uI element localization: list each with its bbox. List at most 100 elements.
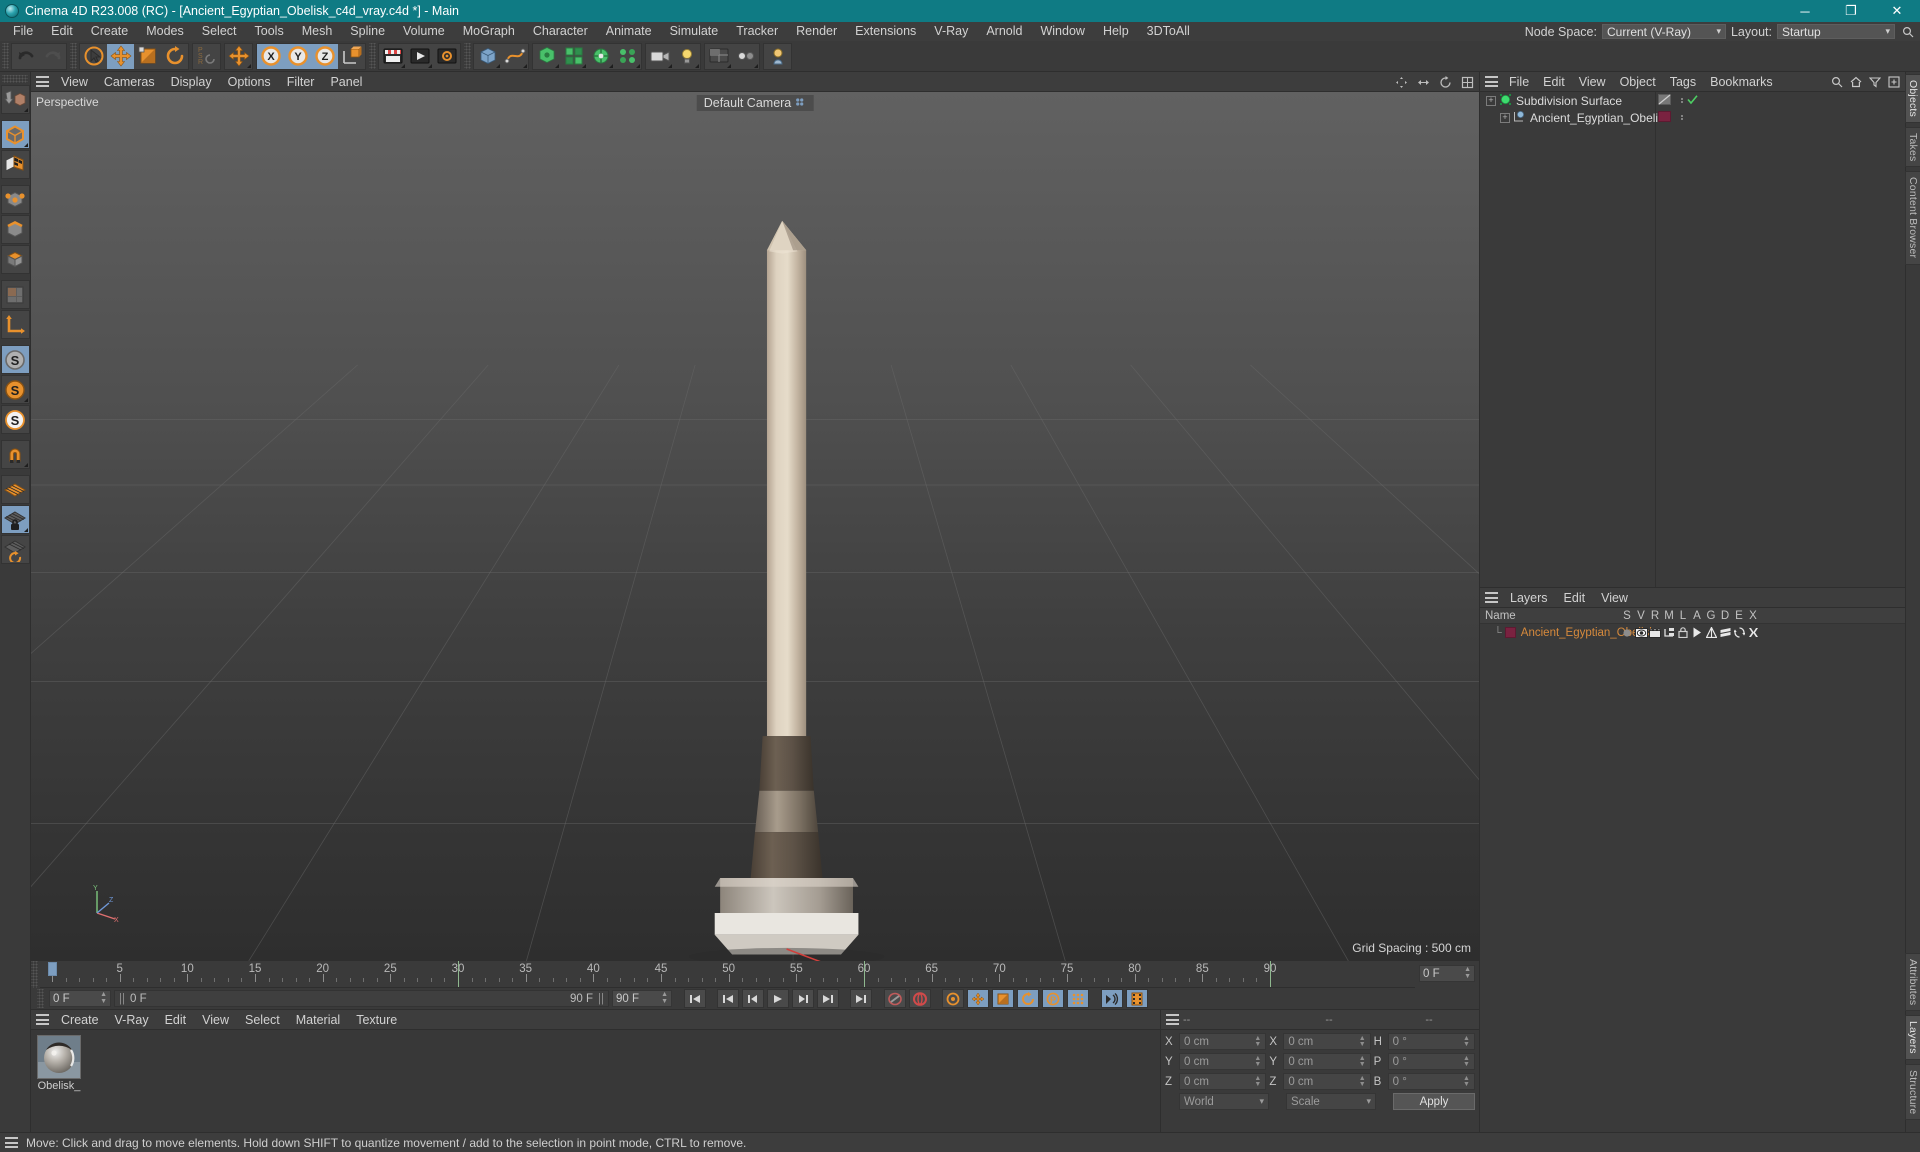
minimize-button[interactable]: ─	[1782, 0, 1828, 22]
object-row-subdivision-surface[interactable]: + Subdivision Surface	[1480, 92, 1905, 109]
material-list[interactable]: Obelisk_	[31, 1030, 1160, 1132]
workplane-rotate-button[interactable]	[0, 535, 30, 564]
layer-column-m[interactable]: M	[1662, 610, 1676, 622]
enable-axis-button[interactable]: S	[0, 345, 30, 374]
menu-item-animate[interactable]: Animate	[597, 22, 661, 41]
menu-item-select[interactable]: Select	[193, 22, 246, 41]
object-menu-file[interactable]: File	[1502, 72, 1536, 92]
layer-animation-toggle[interactable]	[1690, 627, 1704, 638]
select-tool-button[interactable]	[80, 44, 107, 69]
rotate-tool-button[interactable]	[161, 44, 188, 69]
material-menu-vray[interactable]: V-Ray	[107, 1010, 157, 1030]
object-tree[interactable]: + Subdivision Surface + Ancient_Egyptian…	[1480, 92, 1905, 587]
timeline-end-frame-field[interactable]: 0 F ▲ ▼	[1419, 965, 1475, 982]
object-menu-edit[interactable]: Edit	[1536, 72, 1572, 92]
layer-column-e[interactable]: E	[1732, 610, 1746, 622]
vtab-content-browser[interactable]: Content Browser	[1905, 171, 1920, 265]
layer-xref-toggle[interactable]	[1746, 627, 1760, 638]
play-button[interactable]	[767, 989, 789, 1008]
lock-x-axis-button[interactable]: X	[257, 43, 284, 69]
toolbar-grip[interactable]	[70, 43, 77, 69]
stepper-icon[interactable]: ▲ ▼	[1359, 1075, 1366, 1088]
position-z-field[interactable]: 0 cm ▲ ▼	[1179, 1073, 1267, 1090]
layer-column-d[interactable]: D	[1718, 610, 1732, 622]
menu-item-tools[interactable]: Tools	[246, 22, 293, 41]
layer-solo-toggle[interactable]	[1620, 628, 1634, 638]
layer-column-s[interactable]: S	[1620, 610, 1634, 622]
layer-column-g[interactable]: G	[1704, 610, 1718, 622]
move-tool-button[interactable]	[107, 43, 134, 69]
menu-item-vray[interactable]: V-Ray	[925, 22, 977, 41]
menu-item-create[interactable]: Create	[82, 22, 138, 41]
polygon-mode-button[interactable]	[0, 245, 30, 274]
coordinate-mode-dropdown[interactable]: Scale ▾	[1286, 1093, 1376, 1110]
filter-icon[interactable]	[1867, 74, 1883, 90]
content-browser-button[interactable]	[764, 44, 791, 69]
toolbar-grip[interactable]	[464, 43, 471, 69]
object-menu-tags[interactable]: Tags	[1663, 72, 1703, 92]
rotate-view-icon[interactable]	[1437, 74, 1453, 90]
lock-z-axis-button[interactable]: Z	[311, 43, 338, 69]
menu-item-simulate[interactable]: Simulate	[661, 22, 728, 41]
edge-mode-button[interactable]	[0, 215, 30, 244]
menu-item-help[interactable]: Help	[1094, 22, 1138, 41]
camera-button[interactable]	[646, 44, 673, 69]
stepper-icon[interactable]: ▲ ▼	[1463, 1075, 1470, 1088]
layer-column-l[interactable]: L	[1676, 610, 1690, 622]
stepper-icon[interactable]: ▲ ▼	[1463, 1035, 1470, 1048]
stepper-icon[interactable]: ▲ ▼	[100, 991, 107, 1005]
layer-menu-edit[interactable]: Edit	[1556, 588, 1594, 608]
pan-view-icon[interactable]	[1393, 74, 1409, 90]
sound-playback-button[interactable]	[1101, 989, 1123, 1008]
timeline-ruler[interactable]: 051015202530354045505560657075808590	[40, 961, 1415, 988]
menu-item-extensions[interactable]: Extensions	[846, 22, 925, 41]
go-to-next-key-button[interactable]	[817, 989, 839, 1008]
status-hamburger-icon[interactable]	[0, 1133, 22, 1152]
uv-mode-button[interactable]	[0, 280, 30, 309]
go-to-end-button[interactable]	[850, 989, 872, 1008]
current-frame-field[interactable]: 0 F ▲ ▼	[49, 990, 111, 1007]
object-row-ancient-egyptian-obelisk[interactable]: + Ancient_Egyptian_Obelisk	[1480, 109, 1905, 126]
menu-item-render[interactable]: Render	[787, 22, 846, 41]
viewport-hamburger-icon[interactable]	[31, 72, 53, 92]
layer-column-v[interactable]: V	[1634, 610, 1648, 622]
texture-mode-button[interactable]	[0, 150, 30, 179]
menu-item-spline[interactable]: Spline	[341, 22, 394, 41]
vtab-objects[interactable]: Objects	[1905, 74, 1920, 123]
viewport-menu-view[interactable]: View	[53, 72, 96, 92]
snap-settings-button[interactable]	[732, 44, 759, 69]
object-tag-display[interactable]	[1658, 93, 1671, 109]
viewport-menu-panel[interactable]: Panel	[322, 72, 370, 92]
cube-primitive-button[interactable]	[474, 44, 501, 69]
go-to-start-button[interactable]	[684, 989, 706, 1008]
key-position-button[interactable]	[967, 989, 989, 1008]
scale-tool-button[interactable]	[134, 44, 161, 69]
key-rotation-button[interactable]	[1017, 989, 1039, 1008]
layer-manager-toggle[interactable]	[1662, 627, 1676, 638]
nurbs-generator-button[interactable]	[533, 44, 560, 69]
object-menu-view[interactable]: View	[1572, 72, 1613, 92]
close-button[interactable]: ✕	[1874, 0, 1920, 22]
object-hamburger-icon[interactable]	[1480, 72, 1502, 92]
go-to-previous-key-button[interactable]	[717, 989, 739, 1008]
keyframe-selection-button[interactable]	[942, 989, 964, 1008]
timeline-playhead[interactable]	[48, 962, 57, 976]
stepper-icon[interactable]: ▲ ▼	[1254, 1035, 1261, 1048]
stepper-icon[interactable]: ▲ ▼	[661, 991, 668, 1005]
palette-grip[interactable]	[2, 75, 28, 83]
vtab-attributes[interactable]: Attributes	[1905, 952, 1920, 1011]
menu-item-volume[interactable]: Volume	[394, 22, 454, 41]
material-menu-create[interactable]: Create	[53, 1010, 107, 1030]
node-space-dropdown[interactable]: Current (V-Ray) ▾	[1601, 24, 1726, 39]
go-to-next-frame-button[interactable]	[792, 989, 814, 1008]
timeline-controls-grip[interactable]	[37, 989, 44, 1008]
menu-item-file[interactable]: File	[4, 22, 42, 41]
menu-item-tracker[interactable]: Tracker	[727, 22, 787, 41]
timeline-grip[interactable]	[31, 961, 38, 988]
material-menu-view[interactable]: View	[194, 1010, 237, 1030]
layer-column-a[interactable]: A	[1690, 610, 1704, 622]
render-view-button[interactable]	[379, 44, 406, 69]
object-dots-icon[interactable]	[1681, 114, 1683, 121]
workplane-button[interactable]	[0, 475, 30, 504]
stepper-icon[interactable]: ▲ ▼	[1254, 1075, 1261, 1088]
